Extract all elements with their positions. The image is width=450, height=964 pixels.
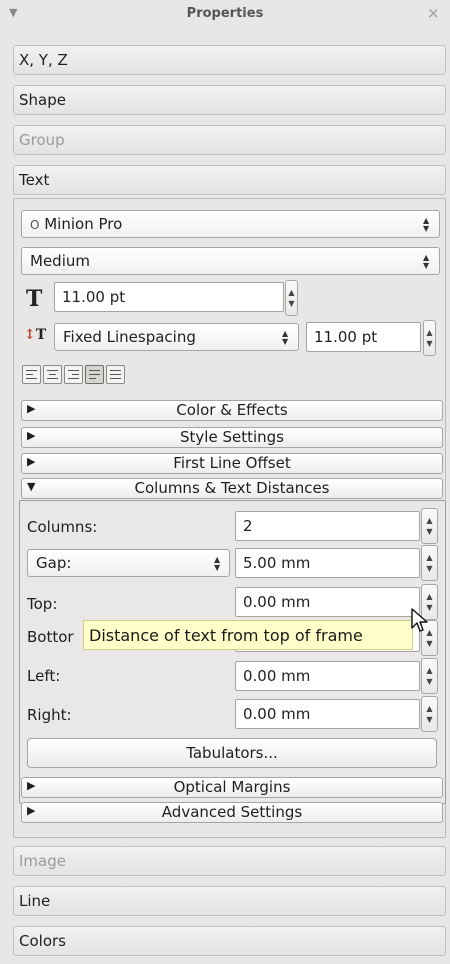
tabulators-button[interactable]: Tabulators... [27, 738, 437, 768]
updown-icon: ▲ ▼ [423, 216, 430, 233]
linespacing-mode-select[interactable]: Fixed Linespacing ▲ ▼ [54, 323, 299, 351]
align-right-button[interactable] [64, 365, 83, 384]
columns-input[interactable]: 2 [235, 511, 420, 541]
advanced-settings-header[interactable]: ▶ Advanced Settings [21, 802, 443, 823]
section-text[interactable]: Text [13, 165, 446, 195]
linespacing-value: 11.00 pt [314, 328, 378, 346]
linespacing-spinner[interactable]: ▲ ▼ [423, 320, 436, 356]
section-group-label: Group [19, 131, 65, 149]
columns-spinner[interactable]: ▲ ▼ [421, 508, 438, 544]
style-settings-label: Style Settings [180, 428, 284, 446]
font-size-icon: T [26, 286, 43, 312]
align-forced-justify-button[interactable] [106, 365, 125, 384]
font-type-icon: Ο [30, 218, 40, 232]
right-input[interactable]: 0.00 mm [235, 699, 420, 729]
left-label: Left: [27, 667, 61, 685]
section-line-label: Line [19, 892, 51, 910]
color-effects-header[interactable]: ▶ Color & Effects [21, 400, 443, 421]
left-spinner[interactable]: ▲ ▼ [421, 658, 438, 694]
gap-mode-select[interactable]: Gap: ▲ ▼ [27, 549, 230, 577]
panel-title: Properties [186, 6, 264, 21]
columns-text-distances-label: Columns & Text Distances [134, 479, 330, 497]
top-value: 0.00 mm [243, 593, 311, 611]
close-icon[interactable]: × [427, 4, 440, 22]
gap-input[interactable]: 5.00 mm [235, 548, 420, 578]
section-shape[interactable]: Shape [13, 85, 446, 115]
optical-margins-header[interactable]: ▶ Optical Margins [21, 777, 443, 798]
updown-icon: ▲ ▼ [214, 555, 221, 572]
top-input[interactable]: 0.00 mm [235, 587, 420, 617]
optical-margins-label: Optical Margins [173, 778, 291, 796]
align-left-button[interactable] [22, 365, 41, 384]
gap-mode-value: Gap: [36, 554, 72, 572]
section-shape-label: Shape [19, 91, 66, 109]
section-colors[interactable]: Colors [13, 926, 446, 956]
gap-spinner[interactable]: ▲ ▼ [421, 545, 438, 581]
section-xyz[interactable]: X, Y, Z [13, 45, 446, 75]
font-size-input[interactable]: 11.00 pt [54, 282, 284, 312]
font-style-select[interactable]: Medium ▲ ▼ [21, 247, 440, 275]
align-center-button[interactable] [43, 365, 62, 384]
tooltip: Distance of text from top of frame [83, 620, 413, 650]
gap-value: 5.00 mm [243, 554, 311, 572]
section-xyz-label: X, Y, Z [19, 51, 68, 69]
font-style-value: Medium [30, 252, 90, 270]
section-text-label: Text [19, 171, 50, 189]
updown-icon: ▲ ▼ [282, 329, 289, 346]
section-image[interactable]: Image [13, 846, 446, 876]
font-size-spinner[interactable]: ▲ ▼ [285, 280, 298, 316]
first-line-offset-header[interactable]: ▶ First Line Offset [21, 453, 443, 474]
right-spinner[interactable]: ▲ ▼ [421, 696, 438, 732]
font-size-value: 11.00 pt [62, 288, 126, 306]
style-settings-header[interactable]: ▶ Style Settings [21, 427, 443, 448]
advanced-settings-label: Advanced Settings [161, 803, 303, 821]
font-family-value: Minion Pro [44, 215, 123, 233]
linespacing-mode-value: Fixed Linespacing [63, 328, 196, 346]
color-effects-label: Color & Effects [176, 401, 288, 419]
updown-icon: ▲ ▼ [423, 253, 430, 270]
first-line-offset-label: First Line Offset [173, 454, 291, 472]
align-justify-button[interactable] [85, 365, 104, 384]
section-line[interactable]: Line [13, 886, 446, 916]
columns-value: 2 [243, 517, 253, 535]
left-value: 0.00 mm [243, 667, 311, 685]
right-value: 0.00 mm [243, 705, 311, 723]
left-input[interactable]: 0.00 mm [235, 661, 420, 691]
columns-text-distances-header[interactable]: ▼ Columns & Text Distances [21, 478, 443, 499]
section-group[interactable]: Group [13, 125, 446, 155]
linespacing-input[interactable]: 11.00 pt [306, 322, 421, 352]
section-colors-label: Colors [19, 932, 66, 950]
mouse-cursor-icon [410, 608, 428, 638]
right-label: Right: [27, 706, 72, 724]
bottom-label: Bottor [27, 628, 74, 646]
linespacing-icon: ↕T [24, 327, 47, 343]
columns-label: Columns: [27, 518, 98, 536]
section-image-label: Image [19, 852, 66, 870]
top-label: Top: [27, 595, 58, 613]
font-family-select[interactable]: Ο Minion Pro ▲ ▼ [21, 210, 440, 238]
